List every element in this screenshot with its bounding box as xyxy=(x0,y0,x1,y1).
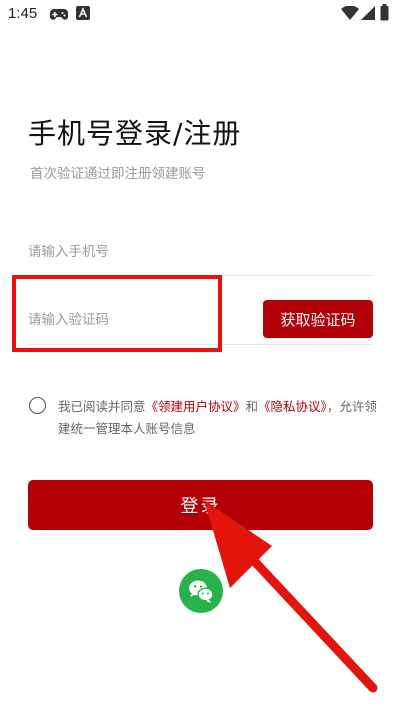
status-time: 1:45 xyxy=(8,5,38,22)
privacy-agreement-link[interactable]: 《隐私协议》 xyxy=(258,399,327,414)
agreement-text: 我已阅读并同意《领建用户协议》和《隐私协议》，允许领建统一管理本人账号信息 xyxy=(58,396,378,440)
wechat-icon xyxy=(189,580,214,603)
annotation-highlight-box xyxy=(12,275,222,352)
status-bar: 1:45 xyxy=(0,0,400,28)
phone-input[interactable] xyxy=(28,232,368,272)
login-button[interactable]: 登录 xyxy=(28,480,373,530)
get-code-button[interactable]: 获取验证码 xyxy=(263,300,373,338)
page-subtitle: 首次验证通过即注册领建账号 xyxy=(30,166,206,182)
wifi-icon xyxy=(341,6,359,20)
battery-icon xyxy=(380,4,389,21)
agreement-prefix: 我已阅读并同意 xyxy=(58,399,146,414)
agree-checkbox[interactable] xyxy=(29,397,46,414)
signal-icon xyxy=(361,6,375,20)
wechat-login-button[interactable] xyxy=(179,569,223,613)
page-title: 手机号登录/注册 xyxy=(28,117,242,150)
user-agreement-link[interactable]: 《领建用户协议》 xyxy=(146,399,246,414)
agreement-and: 和 xyxy=(245,399,259,414)
app-a-icon xyxy=(76,6,90,20)
gamepad-icon xyxy=(50,9,68,20)
